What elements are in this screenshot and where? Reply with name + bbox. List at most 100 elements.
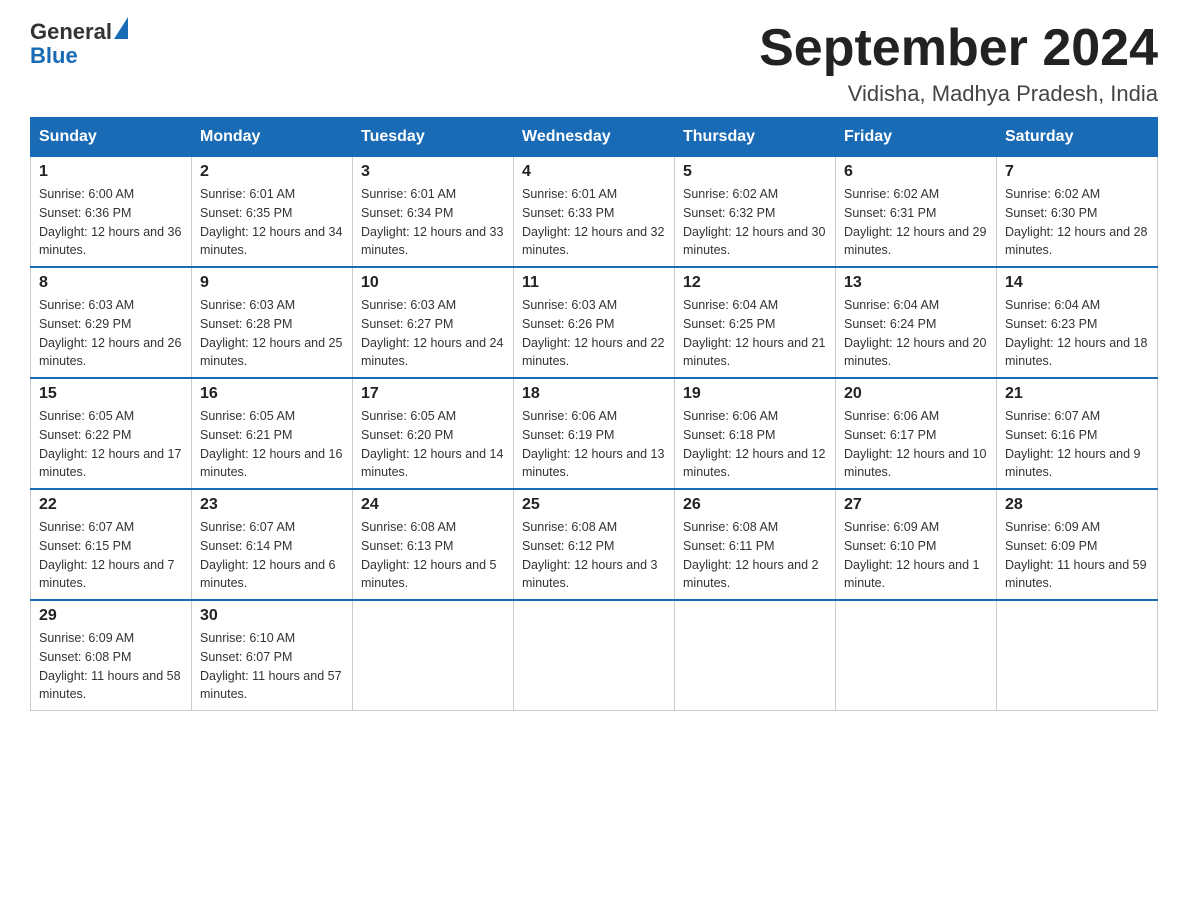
calendar-cell: 4 Sunrise: 6:01 AM Sunset: 6:33 PM Dayli… — [514, 157, 675, 268]
calendar-cell: 30 Sunrise: 6:10 AM Sunset: 6:07 PM Dayl… — [192, 600, 353, 711]
day-info: Sunrise: 6:02 AM Sunset: 6:32 PM Dayligh… — [683, 185, 827, 260]
day-number: 7 — [1005, 163, 1149, 181]
calendar-cell: 24 Sunrise: 6:08 AM Sunset: 6:13 PM Dayl… — [353, 489, 514, 600]
day-number: 2 — [200, 163, 344, 181]
calendar-cell: 12 Sunrise: 6:04 AM Sunset: 6:25 PM Dayl… — [675, 267, 836, 378]
weekday-header-saturday: Saturday — [997, 118, 1158, 157]
day-info: Sunrise: 6:09 AM Sunset: 6:09 PM Dayligh… — [1005, 518, 1149, 593]
calendar-cell: 7 Sunrise: 6:02 AM Sunset: 6:30 PM Dayli… — [997, 157, 1158, 268]
day-number: 1 — [39, 163, 183, 181]
calendar-cell — [997, 600, 1158, 711]
day-number: 18 — [522, 385, 666, 403]
day-info: Sunrise: 6:01 AM Sunset: 6:33 PM Dayligh… — [522, 185, 666, 260]
day-info: Sunrise: 6:00 AM Sunset: 6:36 PM Dayligh… — [39, 185, 183, 260]
calendar-cell: 9 Sunrise: 6:03 AM Sunset: 6:28 PM Dayli… — [192, 267, 353, 378]
day-number: 8 — [39, 274, 183, 292]
day-info: Sunrise: 6:05 AM Sunset: 6:21 PM Dayligh… — [200, 407, 344, 482]
calendar-cell: 28 Sunrise: 6:09 AM Sunset: 6:09 PM Dayl… — [997, 489, 1158, 600]
logo-general-text: General — [30, 20, 112, 44]
week-row-4: 22 Sunrise: 6:07 AM Sunset: 6:15 PM Dayl… — [31, 489, 1158, 600]
day-info: Sunrise: 6:09 AM Sunset: 6:08 PM Dayligh… — [39, 629, 183, 704]
day-number: 20 — [844, 385, 988, 403]
day-number: 22 — [39, 496, 183, 514]
day-info: Sunrise: 6:06 AM Sunset: 6:19 PM Dayligh… — [522, 407, 666, 482]
calendar-cell: 6 Sunrise: 6:02 AM Sunset: 6:31 PM Dayli… — [836, 157, 997, 268]
day-info: Sunrise: 6:02 AM Sunset: 6:31 PM Dayligh… — [844, 185, 988, 260]
day-info: Sunrise: 6:08 AM Sunset: 6:13 PM Dayligh… — [361, 518, 505, 593]
day-number: 5 — [683, 163, 827, 181]
day-number: 10 — [361, 274, 505, 292]
logo: General Blue — [30, 20, 128, 68]
day-info: Sunrise: 6:08 AM Sunset: 6:12 PM Dayligh… — [522, 518, 666, 593]
day-info: Sunrise: 6:06 AM Sunset: 6:17 PM Dayligh… — [844, 407, 988, 482]
calendar-cell: 5 Sunrise: 6:02 AM Sunset: 6:32 PM Dayli… — [675, 157, 836, 268]
calendar-table: SundayMondayTuesdayWednesdayThursdayFrid… — [30, 117, 1158, 711]
calendar-cell: 8 Sunrise: 6:03 AM Sunset: 6:29 PM Dayli… — [31, 267, 192, 378]
weekday-header-thursday: Thursday — [675, 118, 836, 157]
week-row-5: 29 Sunrise: 6:09 AM Sunset: 6:08 PM Dayl… — [31, 600, 1158, 711]
calendar-cell: 27 Sunrise: 6:09 AM Sunset: 6:10 PM Dayl… — [836, 489, 997, 600]
day-number: 13 — [844, 274, 988, 292]
calendar-cell: 29 Sunrise: 6:09 AM Sunset: 6:08 PM Dayl… — [31, 600, 192, 711]
day-number: 21 — [1005, 385, 1149, 403]
day-number: 27 — [844, 496, 988, 514]
calendar-cell: 18 Sunrise: 6:06 AM Sunset: 6:19 PM Dayl… — [514, 378, 675, 489]
weekday-header-friday: Friday — [836, 118, 997, 157]
day-number: 24 — [361, 496, 505, 514]
calendar-cell: 1 Sunrise: 6:00 AM Sunset: 6:36 PM Dayli… — [31, 157, 192, 268]
day-info: Sunrise: 6:07 AM Sunset: 6:14 PM Dayligh… — [200, 518, 344, 593]
calendar-cell: 20 Sunrise: 6:06 AM Sunset: 6:17 PM Dayl… — [836, 378, 997, 489]
calendar-cell: 11 Sunrise: 6:03 AM Sunset: 6:26 PM Dayl… — [514, 267, 675, 378]
calendar-title: September 2024 — [759, 20, 1158, 77]
day-info: Sunrise: 6:03 AM Sunset: 6:26 PM Dayligh… — [522, 296, 666, 371]
calendar-cell: 21 Sunrise: 6:07 AM Sunset: 6:16 PM Dayl… — [997, 378, 1158, 489]
calendar-cell: 26 Sunrise: 6:08 AM Sunset: 6:11 PM Dayl… — [675, 489, 836, 600]
week-row-1: 1 Sunrise: 6:00 AM Sunset: 6:36 PM Dayli… — [31, 157, 1158, 268]
day-number: 14 — [1005, 274, 1149, 292]
calendar-cell: 19 Sunrise: 6:06 AM Sunset: 6:18 PM Dayl… — [675, 378, 836, 489]
day-number: 29 — [39, 607, 183, 625]
day-number: 16 — [200, 385, 344, 403]
day-number: 30 — [200, 607, 344, 625]
weekday-header-tuesday: Tuesday — [353, 118, 514, 157]
logo-blue-text: Blue — [30, 44, 128, 68]
day-info: Sunrise: 6:06 AM Sunset: 6:18 PM Dayligh… — [683, 407, 827, 482]
calendar-cell: 25 Sunrise: 6:08 AM Sunset: 6:12 PM Dayl… — [514, 489, 675, 600]
day-info: Sunrise: 6:10 AM Sunset: 6:07 PM Dayligh… — [200, 629, 344, 704]
day-info: Sunrise: 6:09 AM Sunset: 6:10 PM Dayligh… — [844, 518, 988, 593]
day-info: Sunrise: 6:03 AM Sunset: 6:27 PM Dayligh… — [361, 296, 505, 371]
day-info: Sunrise: 6:04 AM Sunset: 6:25 PM Dayligh… — [683, 296, 827, 371]
day-number: 15 — [39, 385, 183, 403]
calendar-cell: 22 Sunrise: 6:07 AM Sunset: 6:15 PM Dayl… — [31, 489, 192, 600]
weekday-header-wednesday: Wednesday — [514, 118, 675, 157]
day-info: Sunrise: 6:04 AM Sunset: 6:24 PM Dayligh… — [844, 296, 988, 371]
day-number: 28 — [1005, 496, 1149, 514]
day-number: 4 — [522, 163, 666, 181]
weekday-header-monday: Monday — [192, 118, 353, 157]
calendar-cell: 16 Sunrise: 6:05 AM Sunset: 6:21 PM Dayl… — [192, 378, 353, 489]
calendar-cell: 3 Sunrise: 6:01 AM Sunset: 6:34 PM Dayli… — [353, 157, 514, 268]
day-number: 25 — [522, 496, 666, 514]
calendar-cell — [675, 600, 836, 711]
calendar-cell — [836, 600, 997, 711]
calendar-cell: 23 Sunrise: 6:07 AM Sunset: 6:14 PM Dayl… — [192, 489, 353, 600]
week-row-3: 15 Sunrise: 6:05 AM Sunset: 6:22 PM Dayl… — [31, 378, 1158, 489]
day-info: Sunrise: 6:04 AM Sunset: 6:23 PM Dayligh… — [1005, 296, 1149, 371]
calendar-cell: 13 Sunrise: 6:04 AM Sunset: 6:24 PM Dayl… — [836, 267, 997, 378]
calendar-cell: 10 Sunrise: 6:03 AM Sunset: 6:27 PM Dayl… — [353, 267, 514, 378]
day-info: Sunrise: 6:02 AM Sunset: 6:30 PM Dayligh… — [1005, 185, 1149, 260]
calendar-cell: 17 Sunrise: 6:05 AM Sunset: 6:20 PM Dayl… — [353, 378, 514, 489]
calendar-cell — [353, 600, 514, 711]
day-info: Sunrise: 6:07 AM Sunset: 6:15 PM Dayligh… — [39, 518, 183, 593]
day-number: 12 — [683, 274, 827, 292]
logo-triangle-icon — [114, 17, 128, 39]
day-info: Sunrise: 6:03 AM Sunset: 6:29 PM Dayligh… — [39, 296, 183, 371]
day-number: 23 — [200, 496, 344, 514]
day-info: Sunrise: 6:05 AM Sunset: 6:22 PM Dayligh… — [39, 407, 183, 482]
day-info: Sunrise: 6:05 AM Sunset: 6:20 PM Dayligh… — [361, 407, 505, 482]
day-number: 11 — [522, 274, 666, 292]
day-info: Sunrise: 6:08 AM Sunset: 6:11 PM Dayligh… — [683, 518, 827, 593]
day-number: 17 — [361, 385, 505, 403]
week-row-2: 8 Sunrise: 6:03 AM Sunset: 6:29 PM Dayli… — [31, 267, 1158, 378]
title-block: September 2024 Vidisha, Madhya Pradesh, … — [759, 20, 1158, 107]
